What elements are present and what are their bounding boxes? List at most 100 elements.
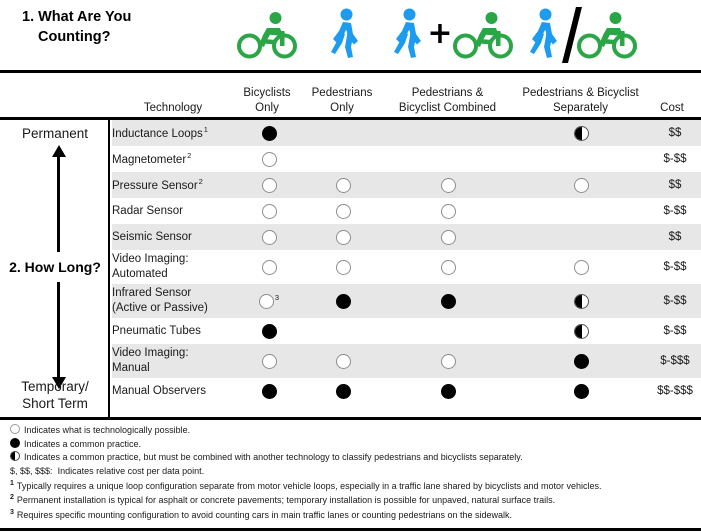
footnote-1-marker: 1 (10, 479, 14, 487)
column-header-pedestrians-only-line1: Pedestrians (311, 87, 373, 100)
cell-combined (382, 198, 514, 224)
legend-open-text: Indicates what is technologically possib… (24, 425, 191, 435)
footnote-3-text: Requires specific mounting configuration… (16, 510, 513, 521)
counting-technology-matrix: 1. What Are You Counting? + Technology B… (0, 0, 701, 532)
column-header-separately-line2: Separately (553, 101, 608, 114)
question-1-line2: Counting? (38, 28, 111, 45)
slash-icon (562, 7, 578, 63)
column-header-combined-line2: Bicyclist Combined (398, 101, 497, 114)
technology-name-cell: Pneumatic Tubes (112, 318, 234, 344)
open-circle-icon (574, 259, 589, 275)
cell-cost: $-$$ (649, 146, 701, 172)
open-circle-icon (440, 177, 456, 193)
open-circle-icon (261, 177, 277, 193)
cell-pedestrians-only (304, 120, 382, 146)
pedestrian-blue-icon (331, 8, 358, 58)
cell-cost: $$ (649, 120, 701, 146)
filled-circle-icon (335, 383, 351, 399)
half-circle-icon (574, 293, 589, 309)
pedestrian-and-bicyclist-separately-icon-group (516, 2, 646, 68)
cell-cost: $-$$ (649, 250, 701, 284)
filled-circle-icon (335, 293, 351, 309)
footnote-1-text: Typically requires a unique loop configu… (16, 480, 602, 491)
arrow-down-icon (51, 282, 66, 389)
open-circle-icon (574, 177, 589, 193)
cell-cost: $$-$$$ (649, 378, 701, 404)
pedestrian-and-bicyclist-combined-icon-group: + (388, 2, 514, 68)
arrow-up-icon (51, 145, 66, 252)
filled-circle-icon (261, 383, 277, 399)
cell-bicyclists-only (234, 344, 304, 378)
technology-footnote-marker: 2 (198, 176, 203, 186)
header-band: 1. What Are You Counting? + (0, 0, 701, 70)
cell-separately (514, 250, 649, 284)
cell-pedestrians-only (304, 344, 382, 378)
technology-name-line2: Automated (112, 268, 168, 280)
cell-combined (382, 146, 514, 172)
technology-name-cell: Video Imaging: Automated (112, 250, 234, 284)
filled-circle-icon (261, 125, 277, 141)
cell-combined (382, 344, 514, 378)
legend-cost-text: Indicates relative cost per data point. (57, 466, 205, 477)
cell-pedestrians-only (304, 172, 382, 198)
technology-name-cell: Video Imaging: Manual (112, 344, 234, 378)
pedestrian-blue-icon (394, 8, 422, 58)
footnote-1-row: 1 Typically requires a unique loop config… (10, 479, 701, 494)
technology-footnote-marker: 2 (187, 150, 192, 160)
duration-axis: Permanent 2. How Long? Temporary/ Short … (0, 120, 110, 417)
cell-pedestrians-only (304, 198, 382, 224)
table-row: Manual Observers $$-$$$ (112, 378, 701, 404)
cell-bicyclists-only: 3 (234, 284, 304, 318)
cell-combined (382, 318, 514, 344)
question-1: 1. What Are You Counting? (22, 8, 222, 47)
legend: Indicates what is technologically possib… (0, 420, 701, 526)
duration-axis-bottom-label-line1: Temporary/ (21, 379, 89, 395)
footnote-3-marker: 3 (10, 509, 14, 517)
column-header-separately: Pedestrians & Bicyclist Separately (513, 86, 648, 115)
open-circle-icon (335, 353, 351, 369)
matrix-body: Permanent 2. How Long? Temporary/ Short … (0, 120, 701, 417)
column-header-row: Technology Bicyclists Only Pedestrians O… (0, 73, 701, 117)
filled-circle-icon (261, 323, 277, 339)
cell-bicyclists-only (234, 172, 304, 198)
technology-name-cell: Manual Observers (112, 378, 234, 404)
column-header-bicyclists-only: Bicyclists Only (231, 86, 303, 115)
technology-name-line1: Video Imaging: (112, 347, 189, 360)
technology-name-cell: Pressure Sensor2 (112, 172, 234, 198)
technology-name-cell: Radar Sensor (112, 198, 234, 224)
bicyclist-green-icon (577, 12, 637, 59)
technology-name-line1: Infrared Sensor (112, 287, 192, 300)
cell-cost: $-$$ (649, 318, 701, 344)
cell-pedestrians-only (304, 318, 382, 344)
footnote-3-row: 3 Requires specific mounting configuratio… (10, 508, 701, 523)
open-circle-icon (440, 203, 456, 219)
cell-cost: $-$$ (649, 284, 701, 318)
cell-pedestrians-only (304, 250, 382, 284)
table-row: Magnetometer2 $-$$ (112, 146, 701, 172)
cell-separately (514, 224, 649, 250)
column-header-technology: Technology (143, 101, 203, 114)
cell-separately (514, 378, 649, 404)
cell-pedestrians-only (304, 378, 382, 404)
open-circle-icon (261, 259, 277, 275)
pedestrian-blue-icon (530, 8, 557, 58)
technology-footnote-marker: 1 (203, 124, 208, 134)
open-circle-icon (10, 424, 20, 434)
header-icon-groups: + (228, 2, 701, 68)
open-circle-icon (335, 203, 351, 219)
half-circle-icon (574, 323, 589, 339)
open-circle-icon (335, 259, 351, 275)
plus-icon: + (427, 16, 453, 51)
table-row: Radar Sensor $-$$ (112, 198, 701, 224)
cell-cost: $$ (649, 172, 701, 198)
technology-name-line1: Pressure Sensor2 (112, 176, 203, 192)
duration-axis-top-label: Permanent (21, 126, 89, 141)
column-header-bicyclists-only-line2: Only (255, 101, 279, 114)
cell-cost: $-$$ (649, 198, 701, 224)
footnote-2-row: 2 Permanent installation is typical for a… (10, 493, 701, 508)
open-circle-icon (261, 203, 277, 219)
open-circle-icon (258, 294, 274, 310)
cell-bicyclists-only (234, 146, 304, 172)
cell-bicyclists-only (234, 120, 304, 146)
cell-combined (382, 224, 514, 250)
